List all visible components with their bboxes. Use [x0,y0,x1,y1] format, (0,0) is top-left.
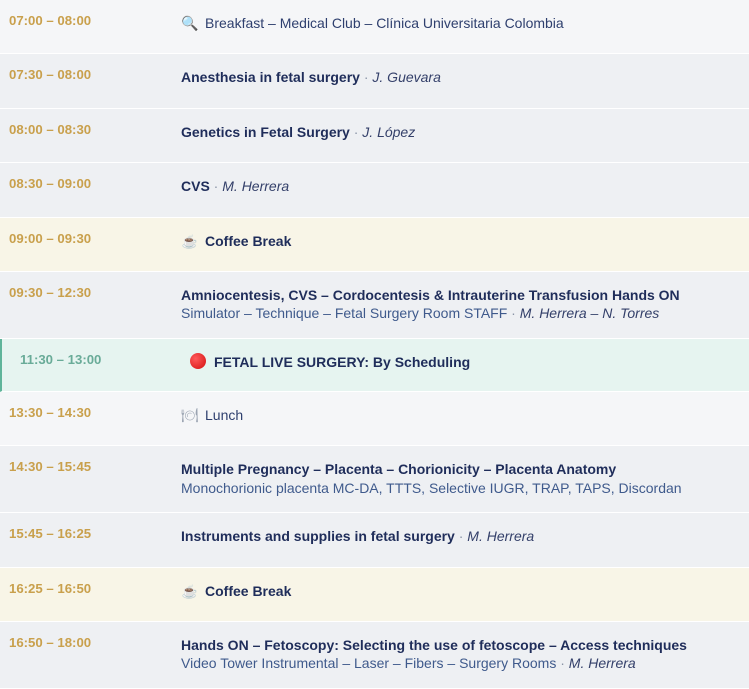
separator: · [454,528,468,545]
coffee-icon: ☕ [181,233,199,249]
session-text: Breakfast – Medical Club – Clínica Unive… [205,15,564,31]
separator: · [349,123,363,140]
schedule-row-breakfast: 07:00 – 08:00 🔍 Breakfast – Medical Club … [0,0,749,55]
schedule-row-coffee-break-2: 16:25 – 16:50 ☕ Coffee Break [0,567,749,623]
session-title: Amniocentesis, CVS – Cordocentesis & Int… [181,286,680,303]
session-title: Coffee Break [205,582,292,599]
schedule-row-genetics: 08:00 – 08:30 Genetics in Fetal Surgery … [0,108,749,164]
session-title: Hands ON – Fetoscopy: Selecting the use … [181,637,687,654]
schedule-row-cvs: 08:30 – 09:00 CVS · M. Herrera [0,163,749,218]
speaker-name: M. Herrera [467,528,535,545]
session-title: Anesthesia in fetal surgery [181,69,360,86]
time-slot: 08:30 – 09:00 [9,176,92,192]
session-title: Coffee Break [205,232,292,249]
schedule-row-live-surgery: 11:30 – 13:00 FETAL LIVE SURGERY: By Sch… [0,338,749,392]
speaker-name: M. Herrera – N. Torres [519,305,660,322]
row-content: ☕ Coffee Break [181,568,749,601]
time-slot: 16:25 – 16:50 [9,580,92,596]
speaker-name: M. Herrera [568,655,636,672]
search-icon: 🔍 [181,15,199,31]
speaker-name: M. Herrera [222,178,290,195]
live-dot-icon [190,352,206,369]
session-subtitle: Video Tower Instrumental – Laser – Fiber… [181,655,557,672]
row-content: Hands ON – Fetoscopy: Selecting the use … [181,622,749,672]
time-slot: 14:30 – 15:45 [9,459,92,475]
time-slot: 07:30 – 08:00 [9,67,92,83]
time-slot: 08:00 – 08:30 [9,121,92,137]
row-content: Amniocentesis, CVS – Cordocentesis & Int… [181,272,749,322]
row-content: Instruments and supplies in fetal surger… [181,513,749,545]
time-slot: 09:00 – 09:30 [9,230,92,246]
session-title: FETAL LIVE SURGERY: By Scheduling [214,353,471,370]
session-title: Genetics in Fetal Surgery [181,123,350,140]
time-slot: 13:30 – 14:30 [9,404,92,420]
lunch-icon: 🍽 [181,406,199,423]
session-title: Instruments and supplies in fetal surger… [181,528,455,545]
separator: · [507,305,520,322]
session-title: CVS [181,178,210,195]
coffee-icon: ☕ [181,583,199,599]
separator: · [556,655,569,672]
separator: · [209,178,223,195]
time-slot: 16:50 – 18:00 [9,635,92,651]
schedule-row-instruments: 15:45 – 16:25 Instruments and supplies i… [0,513,749,568]
schedule-row-lunch: 13:30 – 14:30 🍽 Lunch [0,391,749,447]
session-text: Lunch [205,406,244,423]
schedule-row-coffee-break-1: 09:00 – 09:30 ☕ Coffee Break [0,217,749,272]
time-slot: 15:45 – 16:25 [9,526,92,542]
schedule-row-multiple-pregnancy: 14:30 – 15:45 Multiple Pregnancy – Place… [0,446,749,514]
time-slot: 09:30 – 12:30 [9,284,92,300]
session-subtitle: Simulator – Technique – Fetal Surgery Ro… [181,305,508,322]
schedule-row-fetoscopy: 16:50 – 18:00 Hands ON – Fetoscopy: Sele… [0,622,749,689]
time-slot: 07:00 – 08:00 [9,13,92,28]
speaker-name: J. Guevara [372,69,441,86]
row-content: 🔍 Breakfast – Medical Club – Clínica Univ… [181,0,749,32]
row-content: Anesthesia in fetal surgery · J. Guevara [181,54,749,86]
row-content: FETAL LIVE SURGERY: By Scheduling [190,339,749,371]
session-title: Multiple Pregnancy – Placenta – Chorioni… [181,461,617,478]
schedule-table: 07:00 – 08:00 🔍 Breakfast – Medical Club … [0,0,749,689]
row-content: CVS · M. Herrera [181,163,749,195]
speaker-name: J. López [362,123,416,140]
schedule-row-amniocentesis: 09:30 – 12:30 Amniocentesis, CVS – Cordo… [0,271,749,339]
separator: · [359,69,373,86]
row-content: 🍽 Lunch [181,392,749,424]
schedule-row-anesthesia: 07:30 – 08:00 Anesthesia in fetal surger… [0,54,749,109]
session-subtitle: Monochorionic placenta MC-DA, TTTS, Sele… [181,479,682,496]
time-slot: 11:30 – 13:00 [20,351,102,367]
row-content: ☕ Coffee Break [181,218,749,251]
row-content: Genetics in Fetal Surgery · J. López [181,109,749,141]
row-content: Multiple Pregnancy – Placenta – Chorioni… [181,446,749,496]
